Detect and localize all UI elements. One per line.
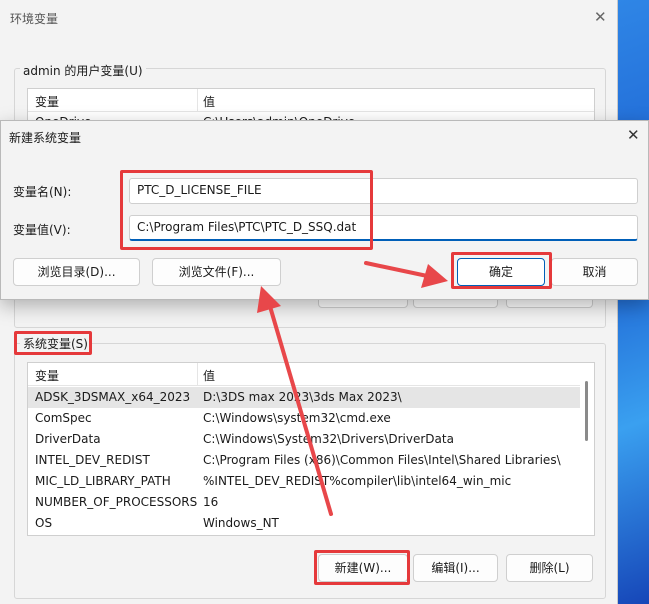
user-col-value[interactable]: 值 (203, 93, 215, 110)
user-variables-label: admin 的用户变量(U) (20, 62, 146, 79)
table-row[interactable]: OS Windows_NT (28, 513, 580, 534)
variable-value-field[interactable]: C:\Program Files\PTC\PTC_D_SSQ.dat (129, 215, 638, 241)
environment-variables-window: 环境变量 ✕ admin 的用户变量(U) 变量 值 OneDrive C:\U… (0, 0, 618, 604)
system-list-header: 变量 值 (28, 363, 594, 386)
system-list-scrollbar[interactable] (580, 363, 594, 535)
system-variables-list[interactable]: 变量 值 ADSK_3DSMAX_x64_2023 D:\3DS max 202… (27, 362, 595, 536)
row-name: INTEL_DEV_REDIST (35, 453, 150, 467)
variable-name-field[interactable]: PTC_D_LICENSE_FILE (129, 178, 638, 204)
system-col-value[interactable]: 值 (203, 367, 215, 384)
row-name: DriverData (35, 432, 101, 446)
dialog-close-icon[interactable]: ✕ (627, 126, 640, 144)
row-value: D:\3DS max 2023\3ds Max 2023\ (203, 390, 402, 404)
delete-system-variable-button[interactable]: 删除(L) (506, 554, 593, 582)
cancel-button[interactable]: 取消 (551, 258, 638, 286)
env-window-title: 环境变量 (10, 12, 59, 26)
table-row[interactable]: ADSK_3DSMAX_x64_2023 D:\3DS max 2023\3ds… (28, 387, 580, 408)
new-system-variable-dialog: 新建系统变量 ✕ 变量名(N): PTC_D_LICENSE_FILE 变量值(… (0, 120, 649, 300)
variable-value-label: 变量值(V): (13, 223, 71, 237)
row-name: MIC_LD_LIBRARY_PATH (35, 474, 171, 488)
system-col-variable[interactable]: 变量 (35, 367, 59, 384)
row-value: %INTEL_DEV_REDIST%compiler\lib\intel64_w… (203, 474, 512, 488)
edit-system-variable-button[interactable]: 编辑(I)... (413, 554, 498, 582)
table-row[interactable]: INTEL_DEV_REDIST C:\Program Files (x86)\… (28, 450, 580, 471)
row-value: Windows_NT (203, 516, 279, 530)
dialog-title: 新建系统变量 (9, 131, 82, 145)
browse-file-button[interactable]: 浏览文件(F)... (152, 258, 281, 286)
ok-button[interactable]: 确定 (457, 258, 545, 286)
scroll-thumb[interactable] (585, 381, 588, 441)
env-titlebar: 环境变量 ✕ (0, 0, 617, 36)
user-list-header: 变量 值 (28, 89, 594, 112)
browse-directory-button[interactable]: 浏览目录(D)... (13, 258, 140, 286)
user-col-variable[interactable]: 变量 (35, 93, 59, 110)
env-close-icon[interactable]: ✕ (594, 8, 607, 26)
table-row[interactable]: MIC_LD_LIBRARY_PATH %INTEL_DEV_REDIST%co… (28, 471, 580, 492)
row-value: C:\Program Files (x86)\Common Files\Inte… (203, 453, 561, 467)
row-name: ComSpec (35, 411, 92, 425)
row-value: C:\Windows\System32\Drivers\DriverData (203, 432, 454, 446)
row-name: ADSK_3DSMAX_x64_2023 (35, 390, 191, 404)
row-value: 16 (203, 495, 219, 509)
row-name: NUMBER_OF_PROCESSORS (35, 495, 198, 509)
row-value: C:\Windows\system32\cmd.exe (203, 411, 391, 425)
table-row[interactable]: ComSpec C:\Windows\system32\cmd.exe (28, 408, 580, 429)
table-row[interactable]: DriverData C:\Windows\System32\Drivers\D… (28, 429, 580, 450)
system-variables-label: 系统变量(S) (20, 335, 91, 352)
variable-name-label: 变量名(N): (13, 185, 72, 199)
row-name: OS (35, 516, 53, 530)
table-row[interactable]: NUMBER_OF_PROCESSORS 16 (28, 492, 580, 513)
desktop-background (615, 0, 649, 604)
new-system-variable-button[interactable]: 新建(W)... (318, 554, 408, 582)
